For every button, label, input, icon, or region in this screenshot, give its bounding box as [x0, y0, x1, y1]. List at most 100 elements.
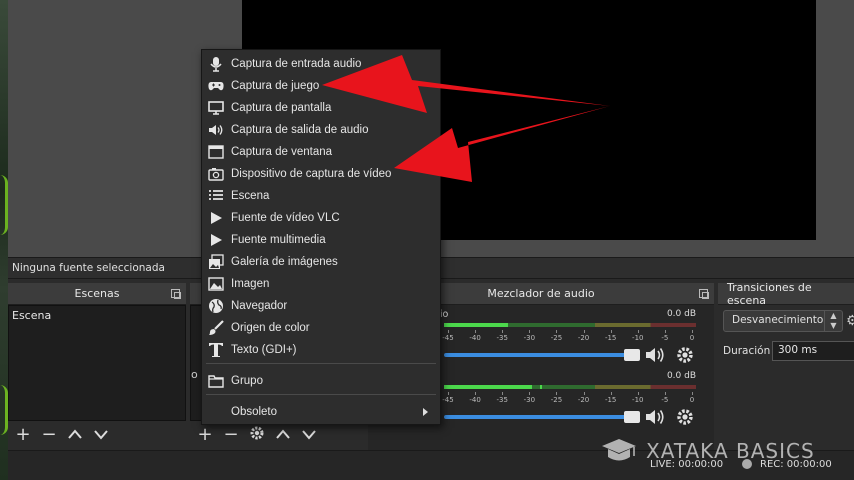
menu-item-label: Navegador [231, 300, 288, 312]
menu-item-deprecated[interactable]: Obsoleto [202, 401, 440, 423]
speaker-icon [209, 125, 223, 135]
meter-tick-label: -15 [604, 396, 617, 404]
transitions-body: Desvanecimiento ▲ ▼ ⚙ Duración 300 ms [718, 305, 854, 450]
transitions-dock: Transiciones de escena Desvanecimiento ▲… [718, 280, 854, 450]
menu-item-label: Origen de color [231, 322, 310, 334]
meter-peak [540, 385, 542, 389]
menu-item-browser[interactable]: Navegador [202, 295, 440, 317]
menu-item-game-capture[interactable]: Captura de juego [202, 75, 440, 97]
menu-item-label: Obsoleto [231, 406, 278, 418]
scene-item[interactable]: Escena [9, 306, 185, 325]
menu-item-scene[interactable]: Escena [202, 185, 440, 207]
gear-icon[interactable] [674, 345, 696, 365]
transitions-title: Transiciones de escena [727, 280, 812, 307]
remove-source-button[interactable]: − [222, 426, 240, 444]
gear-icon[interactable]: ⚙ [846, 313, 854, 329]
meter-tick-mark [583, 330, 585, 333]
menu-item-media-source[interactable]: Fuente multimedia [202, 229, 440, 251]
meter-tick-label: -15 [604, 334, 617, 342]
scenes-title: Escenas [74, 287, 120, 300]
remove-scene-button[interactable]: − [40, 426, 58, 444]
meter-tick-mark [529, 330, 531, 333]
move-up-button[interactable] [274, 426, 292, 444]
meter-tick-mark [664, 392, 666, 395]
menu-item-window-capture[interactable]: Captura de ventana [202, 141, 440, 163]
menu-item-color-source[interactable]: Origen de color [202, 317, 440, 339]
move-down-button[interactable] [300, 426, 318, 444]
transition-selected: Desvanecimiento [732, 314, 824, 326]
transitions-header: Transiciones de escena [718, 280, 854, 307]
menu-item-label: Fuente multimedia [231, 234, 326, 246]
meter-tick-mark [475, 392, 477, 395]
meter-tick-mark [610, 392, 612, 395]
transition-select[interactable]: Desvanecimiento ▲ ▼ [723, 310, 843, 332]
menu-item-image[interactable]: Imagen [202, 273, 440, 295]
meter-tick-mark [583, 392, 585, 395]
source-properties-button[interactable] [248, 425, 266, 445]
meter-tick-label: -10 [632, 396, 644, 404]
meter-tick-mark [475, 330, 477, 333]
meter-tick-mark [502, 392, 504, 395]
camera-icon [208, 168, 224, 181]
add-scene-button[interactable]: + [14, 426, 32, 444]
meter-tick-label: -30 [523, 396, 536, 404]
meter-tick-mark [692, 330, 693, 333]
spin-arrows-icon[interactable]: ▲ ▼ [824, 311, 842, 331]
globe-icon [209, 299, 223, 313]
text-icon [209, 343, 223, 357]
microphone-icon [210, 57, 222, 72]
submenu-arrow-icon [423, 408, 428, 416]
menu-item-label: Galería de imágenes [231, 256, 338, 268]
gear-icon[interactable] [674, 407, 696, 427]
meter-tick-mark [637, 330, 639, 333]
slider-handle[interactable] [624, 349, 640, 361]
menu-item-audio-output-capture[interactable]: Captura de salida de audio [202, 119, 440, 141]
meter-tick-mark [664, 330, 666, 333]
menu-item-label: Captura de juego [231, 80, 320, 92]
menu-item-label: Captura de salida de audio [231, 124, 369, 136]
volume-slider[interactable] [444, 411, 640, 423]
chevron-up-icon [68, 429, 82, 439]
meter-tick-mark [556, 330, 558, 333]
undock-icon[interactable] [171, 289, 181, 299]
meter-level [444, 323, 507, 327]
watermark: XATAKA BASICS [600, 436, 815, 466]
meter-ticks: -45 -40 -35 -30 -25 -20 -15 -10 -5 0 [442, 392, 696, 406]
speaker-icon[interactable] [644, 345, 666, 365]
volume-slider[interactable] [444, 349, 640, 361]
add-source-menu: Captura de entrada audio Captura de jueg… [201, 49, 441, 425]
play-icon [211, 234, 222, 246]
move-down-button[interactable] [92, 426, 110, 444]
chevron-down-icon [302, 430, 316, 440]
scenes-list[interactable]: Escena [8, 305, 186, 421]
duration-input[interactable]: 300 ms [772, 341, 854, 361]
no-source-label: Ninguna fuente seleccionada [12, 262, 165, 274]
undock-icon[interactable] [699, 289, 709, 299]
menu-item-audio-input-capture[interactable]: Captura de entrada audio [202, 53, 440, 75]
menu-item-text-gdi[interactable]: Texto (GDI+) [202, 339, 440, 361]
mixer-title: Mezclador de audio [487, 287, 595, 300]
menu-item-video-capture-device[interactable]: Dispositivo de captura de vídeo [202, 163, 440, 185]
volume-meter [444, 323, 696, 327]
meter-tick-mark [502, 330, 504, 333]
watermark-text: XATAKA BASICS [646, 439, 815, 463]
channel-db: 0.0 dB [666, 309, 696, 319]
meter-tick-label: -40 [469, 334, 481, 342]
speaker-icon[interactable] [644, 407, 666, 427]
slider-handle[interactable] [624, 411, 640, 423]
scenes-header: Escenas [8, 283, 186, 305]
menu-item-image-slideshow[interactable]: Galería de imágenes [202, 251, 440, 273]
menu-item-vlc-video-source[interactable]: Fuente de vídeo VLC [202, 207, 440, 229]
menu-item-display-capture[interactable]: Captura de pantalla [202, 97, 440, 119]
meter-tick-label: -25 [550, 396, 563, 404]
meter-tick-label: -20 [577, 396, 590, 404]
move-up-button[interactable] [66, 426, 84, 444]
menu-item-group[interactable]: Grupo [202, 370, 440, 392]
scenes-dock: Escenas Escena + − [8, 283, 186, 450]
menu-item-label: Texto (GDI+) [231, 344, 297, 356]
monitor-icon [208, 101, 224, 115]
menu-item-label: Fuente de vídeo VLC [231, 212, 340, 224]
menu-item-label: Dispositivo de captura de vídeo [231, 168, 392, 180]
desktop-background [0, 0, 8, 480]
add-source-button[interactable]: + [196, 426, 214, 444]
